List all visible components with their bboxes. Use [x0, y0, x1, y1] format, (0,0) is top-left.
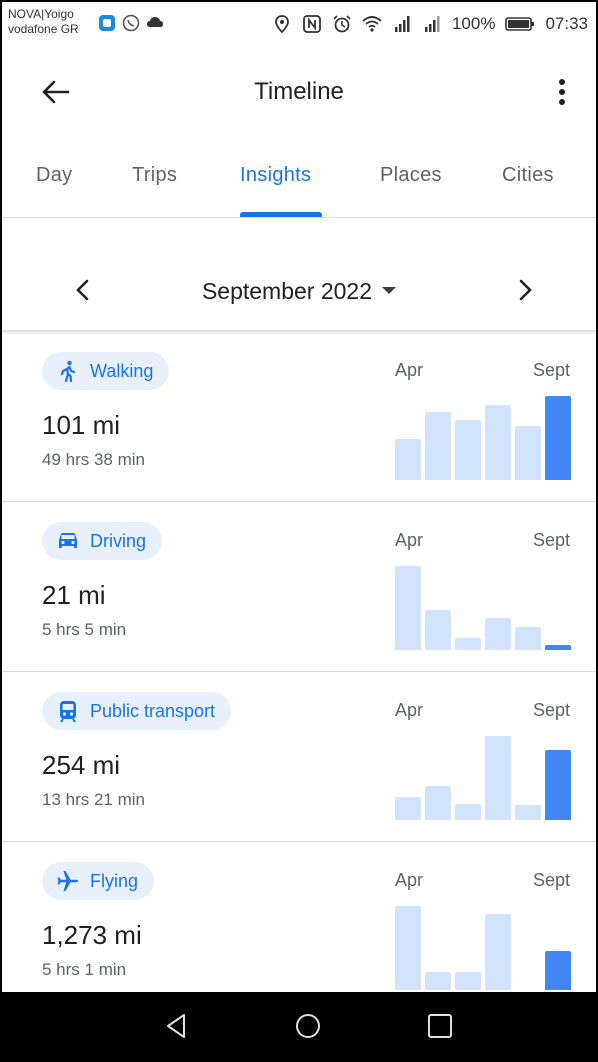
nav-back-icon[interactable] — [160, 1010, 192, 1042]
bar-month — [455, 420, 481, 480]
shield-app-icon — [99, 15, 115, 31]
chart-end-month: Sept — [532, 700, 570, 720]
activity-label: Walking — [90, 360, 154, 381]
insight-card-public-transport[interactable]: Public transport 254 mi 13 hrs 21 min Ap… — [2, 672, 596, 842]
active-tab-indicator — [240, 212, 322, 217]
bar-month — [455, 804, 481, 820]
month-label: September 2022 — [201, 278, 373, 304]
dropdown-caret-icon — [382, 287, 397, 295]
bar-month — [515, 426, 541, 480]
bar-month — [395, 797, 421, 820]
system-nav-bar — [2, 992, 596, 1060]
carrier-secondary: vodafone GR — [8, 22, 79, 36]
chart-start-month: Apr — [395, 360, 424, 380]
bar-month — [425, 610, 451, 650]
duration-value: 5 hrs 5 min — [42, 620, 127, 639]
distance-value: 254 mi — [42, 750, 121, 780]
nfc-icon — [303, 15, 321, 33]
carrier-primary: NOVA|Yoigo — [8, 7, 74, 21]
bar-month — [485, 914, 511, 990]
location-icon — [275, 15, 289, 34]
chart-start-month: Apr — [395, 700, 424, 720]
insight-card-driving[interactable]: Driving 21 mi 5 hrs 5 min Apr Sept — [2, 502, 596, 672]
chart-end-month: Sept — [532, 360, 570, 380]
month-dropdown[interactable]: September 2022 — [2, 278, 596, 305]
more-vert-icon[interactable] — [552, 74, 572, 110]
activity-label: Public transport — [90, 700, 216, 721]
activity-label: Flying — [90, 870, 139, 891]
nav-home-icon[interactable] — [292, 1010, 324, 1042]
activity-chip: Flying — [42, 862, 155, 900]
duration-value: 49 hrs 38 min — [42, 450, 145, 469]
distance-value: 21 mi — [42, 580, 106, 610]
cloud-icon — [147, 17, 163, 27]
bar-month — [425, 786, 451, 820]
chart-start-month: Apr — [395, 870, 424, 890]
signal-icon-1 — [394, 16, 410, 32]
walking-icon — [60, 360, 76, 383]
tab-day[interactable]: Day — [36, 164, 72, 187]
activity-chip: Walking — [42, 352, 170, 390]
activity-chip: Driving — [42, 522, 163, 560]
bar-month — [425, 412, 451, 480]
bar-current-month — [545, 645, 571, 650]
monthly-bar-chart — [395, 900, 573, 990]
bar-current-month — [545, 951, 571, 990]
wifi-icon — [362, 16, 382, 32]
battery-percent: 100% — [451, 14, 496, 33]
bar-current-month — [545, 750, 571, 820]
app-bar: Timeline — [2, 62, 596, 122]
tab-bar: Day Trips Insights Places Cities — [2, 142, 596, 218]
monthly-bar-chart — [395, 390, 573, 480]
bar-month — [485, 736, 511, 820]
tab-cities[interactable]: Cities — [502, 164, 554, 187]
duration-value: 13 hrs 21 min — [42, 790, 145, 809]
bar-current-month — [545, 396, 571, 480]
insight-card-flying[interactable]: Flying 1,273 mi 5 hrs 1 min Apr Sept — [2, 842, 596, 1012]
chart-end-month: Sept — [532, 870, 570, 890]
page-title: Timeline — [254, 78, 344, 105]
month-selector: September 2022 — [2, 219, 596, 331]
status-icons: 100% 07:33 — [272, 14, 588, 34]
tab-insights[interactable]: Insights — [240, 164, 311, 187]
bar-month — [395, 906, 421, 990]
tab-trips[interactable]: Trips — [132, 164, 177, 187]
bar-month — [395, 566, 421, 650]
distance-value: 1,273 mi — [42, 920, 142, 950]
airplane-icon — [57, 871, 78, 891]
train-icon — [60, 701, 76, 723]
bar-month — [455, 972, 481, 990]
bar-month — [515, 627, 541, 650]
monthly-bar-chart — [395, 730, 573, 820]
bar-month — [455, 638, 481, 650]
phone-screen: NOVA|Yoigo vodafone GR 100% 07:33 Timeli… — [0, 0, 598, 1062]
bar-month — [515, 805, 541, 820]
status-bar: NOVA|Yoigo vodafone GR 100% 07:33 — [2, 2, 596, 48]
signal-icon-2 — [424, 16, 440, 32]
viber-icon — [122, 14, 140, 32]
duration-value: 5 hrs 1 min — [42, 960, 127, 979]
monthly-bar-chart — [395, 560, 573, 650]
clock: 07:33 — [545, 14, 588, 33]
battery-icon — [505, 17, 535, 31]
nav-recents-icon[interactable] — [424, 1010, 456, 1042]
car-icon — [59, 533, 77, 548]
bar-month — [425, 972, 451, 990]
bar-month — [485, 405, 511, 480]
carrier-info: NOVA|Yoigo vodafone GR — [8, 7, 79, 37]
alarm-icon — [333, 15, 351, 33]
bar-month — [395, 439, 421, 480]
chart-start-month: Apr — [395, 530, 424, 550]
bar-month — [485, 618, 511, 650]
activity-label: Driving — [90, 530, 147, 551]
chart-end-month: Sept — [532, 530, 570, 550]
distance-value: 101 mi — [42, 410, 121, 440]
insight-card-walking[interactable]: Walking 101 mi 49 hrs 38 min Apr Sept — [2, 332, 596, 502]
chevron-right-icon[interactable] — [510, 275, 540, 305]
tab-places[interactable]: Places — [380, 164, 442, 187]
activity-chip: Public transport — [42, 692, 232, 730]
